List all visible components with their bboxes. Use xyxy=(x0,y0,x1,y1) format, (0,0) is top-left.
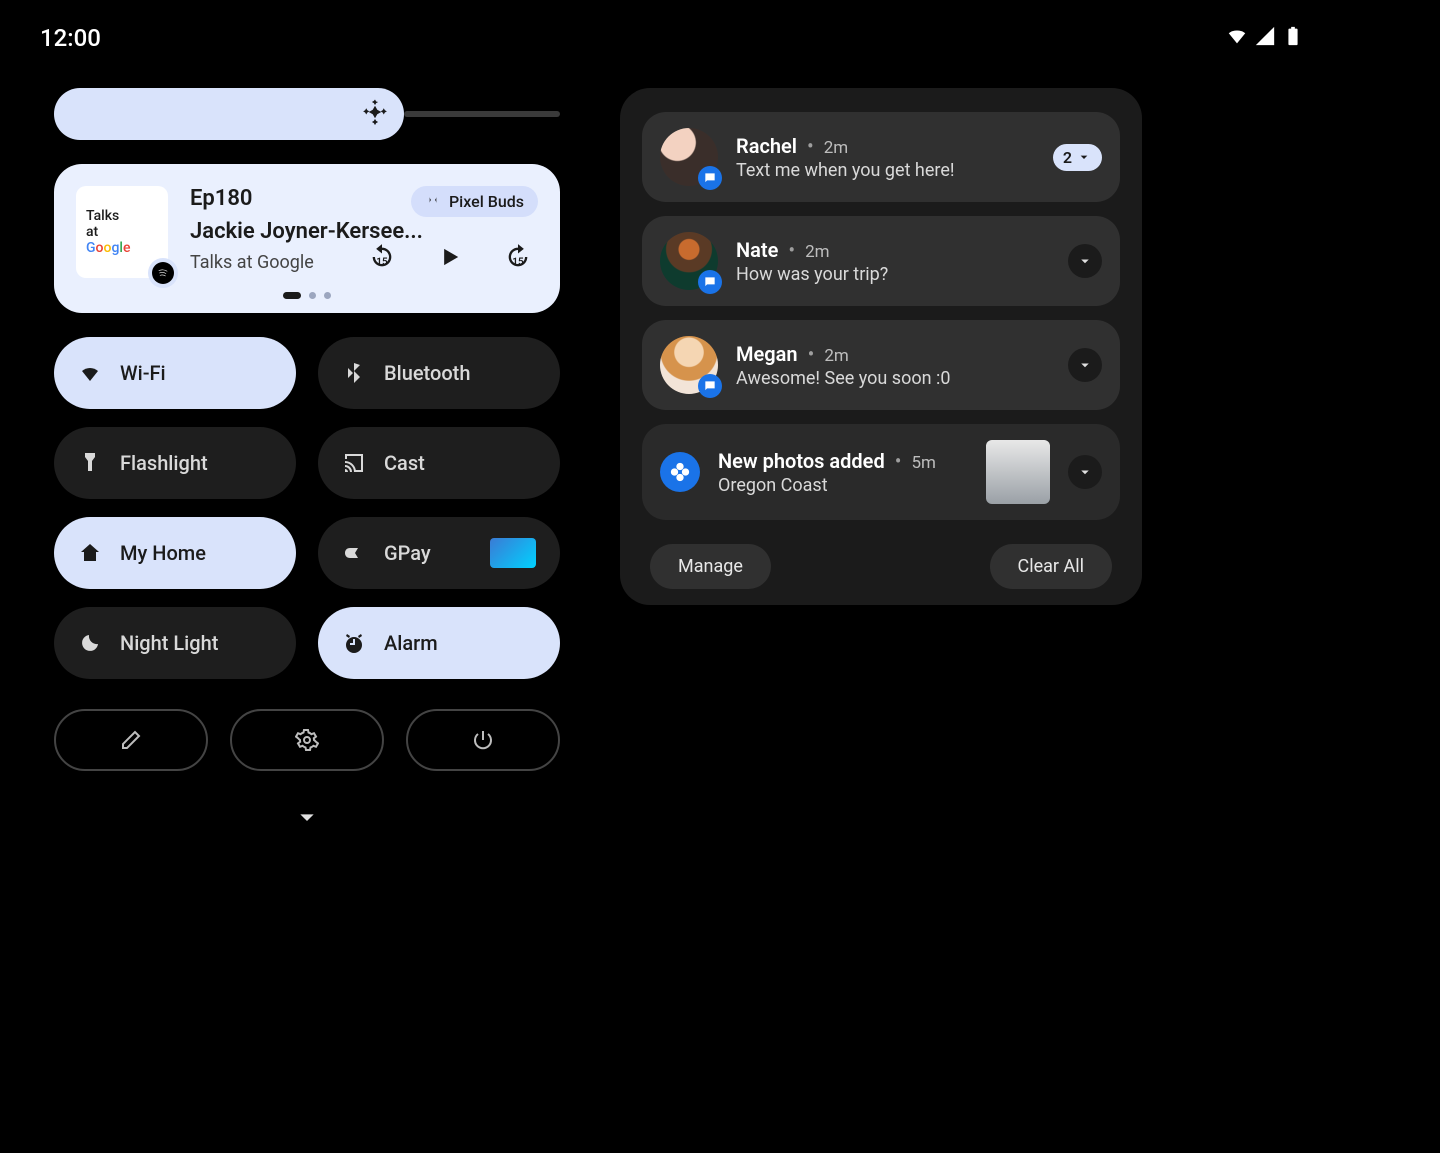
expand-icon[interactable] xyxy=(1068,244,1102,278)
manage-button[interactable]: Manage xyxy=(650,544,771,589)
page-indicator[interactable] xyxy=(76,292,538,299)
brightness-slider[interactable] xyxy=(54,88,404,140)
notification-message: How was your trip? xyxy=(736,264,1050,285)
messages-icon xyxy=(698,270,722,294)
clear-all-button[interactable]: Clear All xyxy=(990,544,1113,589)
tile-night-light[interactable]: Night Light xyxy=(54,607,296,679)
footer-buttons xyxy=(54,709,560,771)
notification-time: 2m xyxy=(824,138,848,158)
forward-15-button[interactable]: 15 xyxy=(504,243,532,271)
notification-message: Text me when you get here! xyxy=(736,160,1035,181)
avatar xyxy=(660,232,718,290)
notification-time: 2m xyxy=(824,346,848,366)
avatar xyxy=(660,336,718,394)
spotify-icon xyxy=(148,258,178,288)
expand-icon[interactable] xyxy=(1068,455,1102,489)
sender-name: Rachel xyxy=(736,134,797,158)
power-button[interactable] xyxy=(406,709,560,771)
notification-time: 2m xyxy=(805,242,829,262)
media-title: Jackie Joyner-Kersee... xyxy=(190,219,538,244)
photo-thumbnail xyxy=(986,440,1050,504)
tile-cast[interactable]: Cast xyxy=(318,427,560,499)
album-art: Talks at Google xyxy=(76,186,168,278)
photos-app-icon xyxy=(660,452,700,492)
media-episode: Ep180 xyxy=(190,186,253,211)
wifi-icon xyxy=(1226,25,1248,51)
settings-button[interactable] xyxy=(230,709,384,771)
clock: 12:00 xyxy=(40,24,101,52)
collapse-handle[interactable] xyxy=(54,801,560,833)
brightness-track[interactable] xyxy=(404,111,560,117)
notification-item[interactable]: Nate • 2m How was your trip? xyxy=(642,216,1120,306)
notification-item-photos[interactable]: New photos added • 5m Oregon Coast xyxy=(642,424,1120,520)
status-bar: 12:00 xyxy=(24,24,1320,62)
notification-message: Awesome! See you soon :0 xyxy=(736,368,1050,389)
messages-icon xyxy=(698,374,722,398)
sender-name: Megan xyxy=(736,342,798,366)
group-count-expand[interactable]: 2 xyxy=(1053,144,1102,171)
tile-wifi[interactable]: Wi-Fi xyxy=(54,337,296,409)
tile-bluetooth[interactable]: Bluetooth xyxy=(318,337,560,409)
notification-panel: Rachel • 2m Text me when you get here! 2 xyxy=(620,88,1142,605)
tile-alarm[interactable]: Alarm xyxy=(318,607,560,679)
output-device-chip[interactable]: Pixel Buds xyxy=(411,186,538,217)
brightness-row xyxy=(54,88,560,140)
quick-tiles: Wi-Fi Bluetooth Flashlight Cast My Home … xyxy=(54,337,560,679)
rewind-15-button[interactable]: 15 xyxy=(368,243,396,271)
tile-home[interactable]: My Home xyxy=(54,517,296,589)
play-button[interactable] xyxy=(436,243,464,271)
sender-name: Nate xyxy=(736,238,778,262)
notification-item[interactable]: Megan • 2m Awesome! See you soon :0 xyxy=(642,320,1120,410)
battery-icon xyxy=(1282,25,1304,51)
tile-gpay[interactable]: GPay xyxy=(318,517,560,589)
messages-icon xyxy=(698,166,722,190)
notification-item[interactable]: Rachel • 2m Text me when you get here! 2 xyxy=(642,112,1120,202)
quick-settings-panel: Talks at Google Ep180 Pixel Buds xyxy=(24,88,560,833)
expand-icon[interactable] xyxy=(1068,348,1102,382)
tile-flashlight[interactable]: Flashlight xyxy=(54,427,296,499)
signal-icon xyxy=(1254,25,1276,51)
notification-time: 5m xyxy=(911,453,935,473)
brightness-icon xyxy=(360,97,390,131)
media-player-card[interactable]: Talks at Google Ep180 Pixel Buds xyxy=(54,164,560,313)
edit-button[interactable] xyxy=(54,709,208,771)
payment-card-icon xyxy=(490,538,536,568)
status-icons xyxy=(1226,25,1304,51)
notification-subtitle: Oregon Coast xyxy=(718,475,968,496)
avatar xyxy=(660,128,718,186)
notification-title: New photos added xyxy=(718,449,885,473)
